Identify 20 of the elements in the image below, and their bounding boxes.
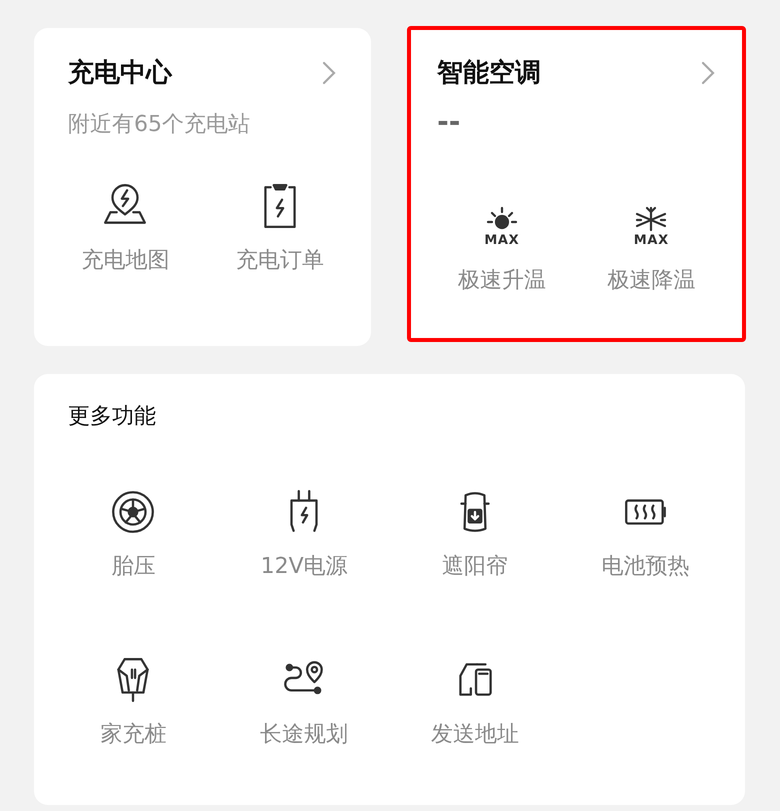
card-title: 充电中心 [68,60,172,86]
feature-button[interactable]: 发送地址 [390,654,560,746]
feature-button[interactable]: 充电地图 [48,180,203,272]
feature-button[interactable]: 胎压 [48,486,219,578]
feature-button[interactable]: 家充桩 [48,654,219,746]
card-subtitle: 附近有65个充电站 [68,114,251,136]
feature-button[interactable]: 充电订单 [202,180,358,272]
chevron-right-icon [700,60,716,86]
max-label: MAX [484,234,520,246]
feature-button[interactable]: MAX 极速升温 [427,200,577,292]
feature-button[interactable]: 长途规划 [218,654,390,746]
feature-button[interactable]: 电池预热 [560,486,731,578]
max-label: MAX [634,234,669,246]
feature-button[interactable]: MAX 极速降温 [576,200,726,292]
ac-status: -- [437,108,462,136]
section-title: 更多功能 [67,406,157,428]
chevron-right-icon [321,60,338,86]
feature-button[interactable]: 12V电源 [218,486,390,578]
feature-button[interactable]: 遮阳帘 [390,486,560,578]
card-title: 智能空调 [437,60,542,86]
